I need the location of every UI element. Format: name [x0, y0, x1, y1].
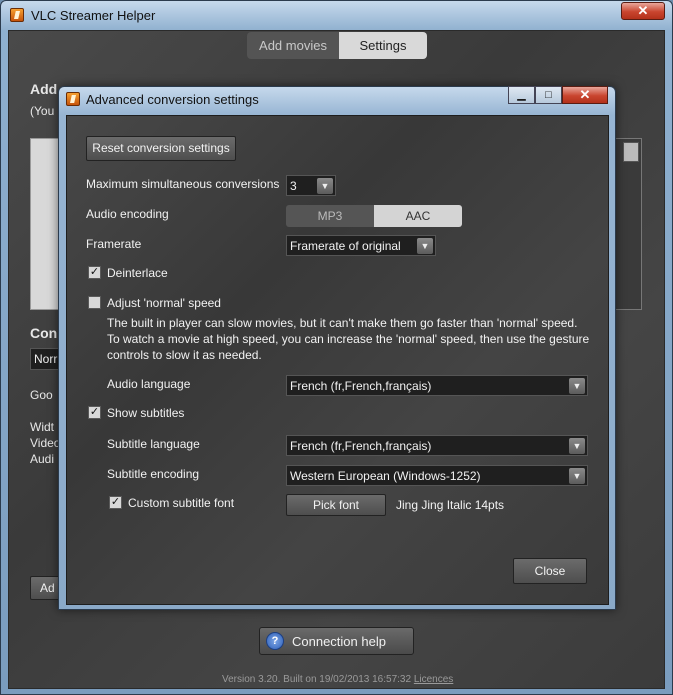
audio-encoding-aac[interactable]: AAC — [374, 205, 462, 227]
licences-link[interactable]: Licences — [414, 674, 453, 685]
chevron-down-icon: ▼ — [417, 238, 433, 254]
max-conversions-label: Maximum simultaneous conversions — [86, 177, 280, 191]
movie-list-scrollbar[interactable] — [614, 138, 642, 310]
dialog-app-icon — [66, 92, 80, 106]
chevron-down-icon: ▼ — [569, 378, 585, 394]
audio-encoding-toggle: MP3 AAC — [286, 205, 462, 227]
app-icon — [10, 8, 24, 22]
max-conversions-select[interactable]: 3 ▼ — [286, 175, 336, 196]
adjust-speed-label: Adjust 'normal' speed — [107, 296, 221, 310]
framerate-select[interactable]: Framerate of original ▼ — [286, 235, 436, 256]
framerate-label: Framerate — [86, 237, 142, 251]
scrollbar-thumb[interactable] — [623, 142, 639, 162]
add-note: (You — [30, 104, 55, 118]
chevron-down-icon: ▼ — [569, 438, 585, 454]
dialog-close-x-button[interactable]: ✕ — [562, 86, 608, 104]
chevron-down-icon: ▼ — [569, 468, 585, 484]
custom-font-label: Custom subtitle font — [128, 496, 235, 510]
speed-description-line-2: To watch a movie at high speed, you can … — [107, 332, 590, 346]
tab-settings[interactable]: Settings — [339, 32, 427, 59]
show-subtitles-label: Show subtitles — [107, 406, 185, 420]
subtitle-encoding-value: Western European (Windows-1252) — [290, 469, 481, 483]
max-conversions-value: 3 — [290, 179, 297, 193]
speed-description-line-3: controls to slow it as needed. — [107, 348, 262, 362]
tab-add-movies[interactable]: Add movies — [247, 32, 339, 59]
connection-help-button[interactable]: ? Connection help — [259, 627, 414, 655]
reset-conversion-settings-button[interactable]: Reset conversion settings — [86, 136, 236, 161]
quality-description: Goo — [30, 388, 53, 402]
audio-language-value: French (fr,French,français) — [290, 379, 432, 393]
version-text: Version 3.20. Built on 19/02/2013 16:57:… — [222, 674, 412, 685]
audio-language-label: Audio language — [107, 377, 191, 391]
main-tabbar: Add movies Settings — [247, 32, 427, 59]
shield-help-icon: ? — [266, 632, 284, 650]
show-subtitles-checkbox[interactable]: ✓ — [88, 406, 101, 419]
subtitle-language-label: Subtitle language — [107, 437, 200, 451]
audio-text: Audi — [30, 452, 55, 466]
audio-encoding-mp3[interactable]: MP3 — [286, 205, 374, 227]
framerate-value: Framerate of original — [290, 239, 401, 253]
add-heading: Add — [30, 81, 58, 97]
custom-font-checkbox[interactable]: ✓ — [109, 496, 122, 509]
subtitle-language-value: French (fr,French,français) — [290, 439, 432, 453]
chevron-down-icon: ▼ — [317, 178, 333, 194]
width-text: Widt — [30, 420, 54, 434]
close-button[interactable]: Close — [513, 558, 587, 584]
audio-encoding-label: Audio encoding — [86, 207, 169, 221]
add-button[interactable]: Ad — [30, 576, 60, 600]
font-description: Jing Jing Italic 14pts — [396, 498, 505, 512]
main-titlebar[interactable]: VLC Streamer Helper ✕ — [0, 0, 673, 30]
main-close-button[interactable]: ✕ — [621, 2, 665, 20]
main-window-title: VLC Streamer Helper — [31, 8, 156, 23]
conversion-heading: Con — [30, 325, 58, 341]
audio-language-select[interactable]: French (fr,French,français) ▼ — [286, 375, 588, 396]
pick-font-button[interactable]: Pick font — [286, 494, 386, 516]
subtitle-encoding-label: Subtitle encoding — [107, 467, 200, 481]
dialog-title: Advanced conversion settings — [86, 92, 259, 107]
connection-help-label: Connection help — [292, 634, 386, 649]
dialog-maximize-button[interactable]: □ — [535, 86, 562, 104]
version-footer: Version 3.20. Built on 19/02/2013 16:57:… — [222, 674, 453, 685]
subtitle-language-select[interactable]: French (fr,French,français) ▼ — [286, 435, 588, 456]
speed-description-line-1: The built in player can slow movies, but… — [107, 316, 578, 330]
deinterlace-checkbox[interactable]: ✓ — [88, 266, 101, 279]
deinterlace-label: Deinterlace — [107, 266, 168, 280]
video-text: Video — [30, 436, 61, 450]
adjust-speed-checkbox[interactable] — [88, 296, 101, 309]
subtitle-encoding-select[interactable]: Western European (Windows-1252) ▼ — [286, 465, 588, 486]
quality-select[interactable]: Norr — [30, 348, 60, 370]
dialog-minimize-button[interactable]: ▁ — [508, 86, 535, 104]
